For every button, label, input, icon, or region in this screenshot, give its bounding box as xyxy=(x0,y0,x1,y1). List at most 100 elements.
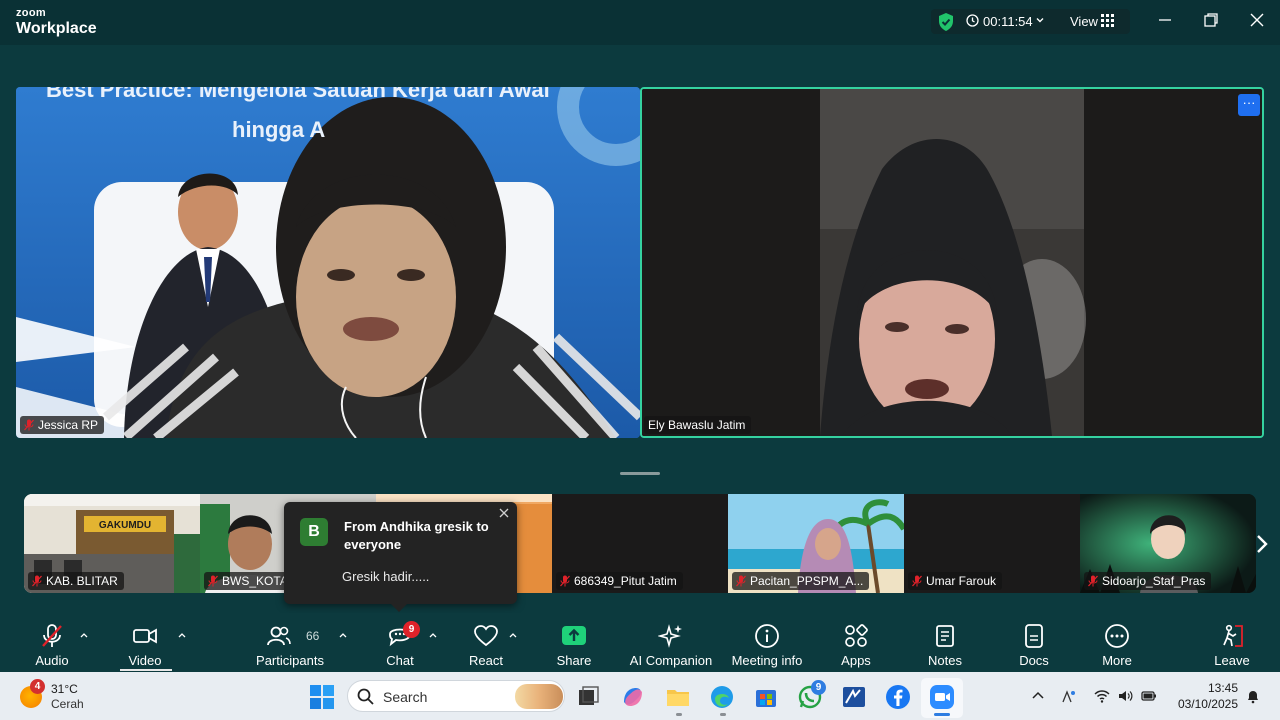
edge-browser-icon[interactable] xyxy=(709,684,735,710)
docs-label: Docs xyxy=(1019,653,1049,668)
windows-start-icon[interactable] xyxy=(309,684,335,710)
chat-notification[interactable]: B From Andhika gresik to everyone Gresik… xyxy=(284,502,517,612)
close-icon[interactable] xyxy=(498,507,510,519)
info-icon xyxy=(755,624,779,648)
network-teams-icon[interactable] xyxy=(1061,688,1077,704)
notification-bell-icon[interactable] xyxy=(1245,688,1261,704)
clock-icon xyxy=(966,14,979,27)
participant-strip: GAKUMDU KAB. BLITAR BWS_KOTA 686349_Pitu… xyxy=(24,494,1256,593)
caret-up-icon[interactable] xyxy=(429,632,437,638)
close-icon[interactable] xyxy=(1249,12,1265,28)
docs-button[interactable]: Docs xyxy=(1008,613,1060,672)
chevron-right-icon[interactable] xyxy=(1254,533,1270,555)
clock-date[interactable]: 03/10/2025 xyxy=(1160,697,1238,711)
tile-more-options-button[interactable]: ··· xyxy=(1238,94,1260,116)
meeting-toolbar: Audio Video Participants 66 Chat 9 React… xyxy=(0,613,1280,672)
participants-label: Participants xyxy=(256,653,324,668)
weather-temperature[interactable]: 31°C xyxy=(51,682,78,696)
chat-button[interactable]: Chat xyxy=(372,613,428,672)
meeting-info-button[interactable]: Meeting info xyxy=(728,613,806,672)
zoom-app-icon[interactable] xyxy=(929,684,955,710)
wifi-icon[interactable] xyxy=(1094,688,1110,704)
video-tile-ely[interactable]: ··· Ely Bawaslu Jatim xyxy=(640,87,1264,438)
heart-icon xyxy=(474,625,498,647)
task-view-icon[interactable] xyxy=(575,684,601,710)
slide-title-line2: hingga A xyxy=(232,117,325,142)
participants-icon xyxy=(267,626,291,646)
participant-name-label: Umar Farouk xyxy=(908,572,1003,590)
mic-muted-icon xyxy=(912,575,922,587)
mic-muted-icon xyxy=(208,575,218,587)
chat-notification-title: From Andhika gresik to everyone xyxy=(344,519,489,552)
strip-tile-umar[interactable]: Umar Farouk xyxy=(904,494,1080,593)
audio-label: Audio xyxy=(35,653,69,668)
audio-button[interactable]: Audio xyxy=(22,613,82,672)
search-placeholder[interactable]: Search xyxy=(383,689,427,705)
active-tab-indicator xyxy=(120,669,172,671)
participant-name: Jessica RP xyxy=(38,418,99,432)
sender-avatar: B xyxy=(300,518,328,546)
chevron-down-icon[interactable] xyxy=(1035,15,1045,25)
video-tile-jessica[interactable]: Best Practice: Mengelola Satuan Kerja da… xyxy=(16,87,640,438)
grid-icon[interactable] xyxy=(1101,14,1114,27)
more-button[interactable]: More xyxy=(1091,613,1143,672)
video-label: Video xyxy=(128,653,162,668)
strip-tile-pitut[interactable]: 686349_Pitut Jatim xyxy=(552,494,728,593)
clock-time[interactable]: 13:45 xyxy=(1180,681,1238,695)
weather-notification-badge: 4 xyxy=(30,679,45,694)
zoom-meeting-window: zoom Workplace 00:11:54 View Best Practi… xyxy=(0,0,1280,720)
copilot-icon[interactable] xyxy=(620,684,646,710)
caret-up-icon[interactable] xyxy=(339,632,347,638)
strip-tile-pacitan[interactable]: Pacitan_PPSPM_A... xyxy=(728,494,904,593)
notes-icon xyxy=(936,625,954,647)
chevron-up-icon[interactable] xyxy=(1030,688,1046,704)
caret-up-icon[interactable] xyxy=(80,632,88,638)
stream-app-icon[interactable] xyxy=(841,684,867,710)
participant-name-label: Ely Bawaslu Jatim xyxy=(644,416,752,434)
participant-name-label: BWS_KOTA xyxy=(204,572,294,590)
participant-name-label: Pacitan_PPSPM_A... xyxy=(732,572,870,590)
more-label: More xyxy=(1102,653,1132,668)
restore-icon[interactable] xyxy=(1203,12,1219,28)
video-button[interactable]: Video xyxy=(115,613,175,672)
participant-name: 686349_Pitut Jatim xyxy=(574,574,677,588)
running-indicator xyxy=(720,713,726,716)
video-feed xyxy=(642,89,1262,436)
react-button[interactable]: React xyxy=(458,613,514,672)
microsoft-store-icon[interactable] xyxy=(753,684,779,710)
meeting-timer: 00:11:54 xyxy=(983,14,1033,29)
ai-companion-button[interactable]: AI Companion xyxy=(628,613,714,672)
leave-button[interactable]: Leave xyxy=(1206,613,1258,672)
participant-name-label: Jessica RP xyxy=(20,416,105,434)
strip-tile-kab-blitar[interactable]: GAKUMDU KAB. BLITAR xyxy=(24,494,200,593)
apps-button[interactable]: Apps xyxy=(830,613,882,672)
running-indicator xyxy=(676,713,682,716)
battery-icon[interactable] xyxy=(1141,688,1157,704)
file-explorer-icon[interactable] xyxy=(665,684,691,710)
mic-muted-icon xyxy=(1088,575,1098,587)
caret-up-icon[interactable] xyxy=(178,632,186,638)
ai-companion-label: AI Companion xyxy=(629,653,713,668)
shield-check-icon[interactable] xyxy=(937,12,955,32)
mic-muted-icon xyxy=(32,575,42,587)
strip-tile-sidoarjo[interactable]: Sidoarjo_Staf_Pras xyxy=(1080,494,1256,593)
title-bar: zoom Workplace 00:11:54 View xyxy=(0,0,1280,45)
active-indicator xyxy=(934,713,950,716)
participant-name: KAB. BLITAR xyxy=(46,574,118,588)
weather-condition[interactable]: Cerah xyxy=(51,697,84,711)
meeting-info-label: Meeting info xyxy=(731,653,803,668)
facebook-icon[interactable] xyxy=(885,684,911,710)
video-camera-icon xyxy=(133,628,157,644)
slide-title-line1: Best Practice: Mengelola Satuan Kerja da… xyxy=(46,87,550,102)
mic-muted-icon xyxy=(42,624,62,647)
participant-name: Sidoarjo_Staf_Pras xyxy=(1102,574,1206,588)
volume-icon[interactable] xyxy=(1117,688,1133,704)
logo-workplace: Workplace xyxy=(16,20,97,37)
resize-handle[interactable] xyxy=(620,472,660,475)
notes-button[interactable]: Notes xyxy=(919,613,971,672)
caret-up-icon[interactable] xyxy=(509,632,517,638)
minimize-icon[interactable] xyxy=(1157,12,1173,28)
view-button[interactable]: View xyxy=(1070,14,1098,29)
share-button[interactable]: Share xyxy=(546,613,602,672)
leave-icon xyxy=(1223,624,1243,647)
